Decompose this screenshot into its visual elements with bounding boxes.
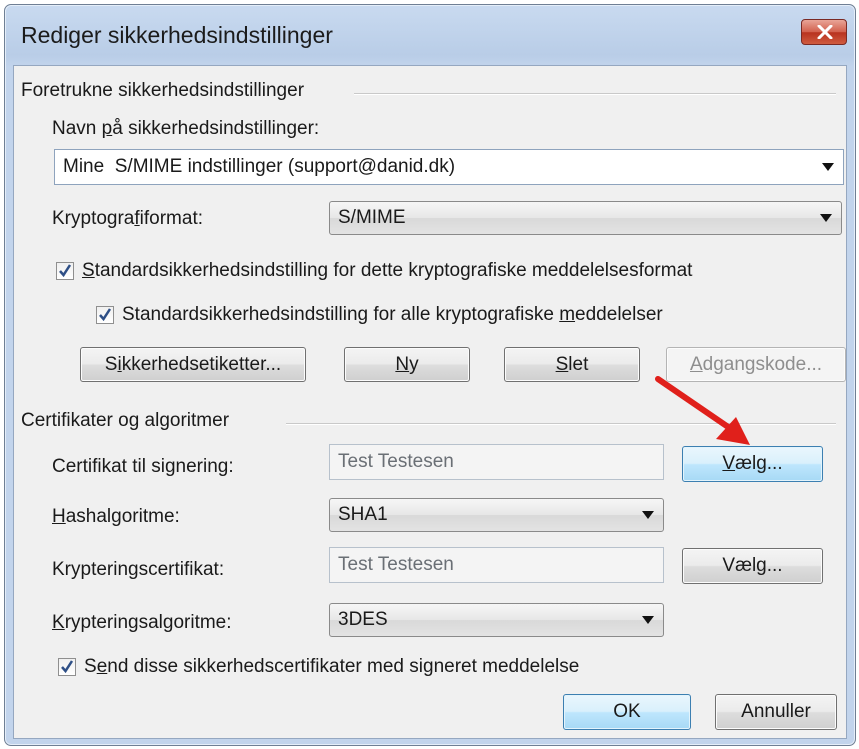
checkmark-icon <box>61 660 74 674</box>
default-format-label[interactable]: Standardsikkerhedsindstilling for dette … <box>82 260 692 282</box>
enc-algorithm-value: 3DES <box>338 609 388 630</box>
default-all-label[interactable]: Standardsikkerhedsindstilling for alle k… <box>122 304 663 326</box>
dialog-body: Foretrukne sikkerhedsindstillinger Navn … <box>13 65 847 739</box>
group-divider <box>286 423 836 425</box>
enc-cert-field[interactable]: Test Testesen <box>329 547 664 583</box>
hash-algorithm-value: SHA1 <box>338 504 388 525</box>
signing-cert-value: Test Testesen <box>338 451 454 472</box>
dialog-title: Rediger sikkerhedsindstillinger <box>21 22 333 48</box>
checkmark-icon <box>99 308 112 322</box>
password-button: Adgangskode... <box>666 347 846 382</box>
ok-button[interactable]: OK <box>563 694 691 730</box>
choose-enc-cert-button[interactable]: Vælg... <box>682 548 823 584</box>
chevron-down-icon[interactable] <box>820 214 832 222</box>
name-label: Navn på sikkerhedsindstillinger: <box>52 118 320 139</box>
default-format-checkbox[interactable] <box>56 262 74 280</box>
cancel-button[interactable]: Annuller <box>715 694 837 730</box>
name-value: Mine S/MIME indstillinger (support@danid… <box>63 156 456 177</box>
chevron-down-icon[interactable] <box>642 511 654 519</box>
hash-algorithm-combobox[interactable]: SHA1 <box>329 498 664 532</box>
enc-algorithm-label: Krypteringsalgoritme: <box>52 612 232 633</box>
send-certs-checkbox[interactable] <box>58 658 76 676</box>
delete-button[interactable]: Slet <box>504 347 640 382</box>
close-button[interactable] <box>801 19 847 45</box>
enc-cert-label: Krypteringscertifikat: <box>52 559 225 580</box>
checkmark-icon <box>59 264 72 278</box>
group-label-certs: Certifikater og algoritmer <box>21 410 230 431</box>
send-certs-label[interactable]: Send disse sikkerhedscertifikater med si… <box>84 656 579 678</box>
enc-cert-value: Test Testesen <box>338 554 454 575</box>
security-labels-button[interactable]: Si kkerhedsetiketter... <box>80 347 306 382</box>
crypto-format-value: S/MIME <box>338 207 406 228</box>
group-divider <box>354 93 836 95</box>
enc-algorithm-combobox[interactable]: 3DES <box>329 603 664 637</box>
new-button[interactable]: Ny <box>344 347 470 382</box>
signing-cert-field[interactable]: Test Testesen <box>329 444 664 480</box>
crypto-format-label: Kryptografiformat: <box>52 208 204 229</box>
name-combobox[interactable]: Mine S/MIME indstillinger (support@danid… <box>54 149 844 185</box>
group-label-preferred: Foretrukne sikkerhedsindstillinger <box>21 80 305 101</box>
crypto-format-combobox[interactable]: S/MIME <box>329 201 842 235</box>
chevron-down-icon[interactable] <box>642 616 654 624</box>
title-bar[interactable]: Rediger sikkerhedsindstillinger <box>5 5 855 65</box>
dialog-window: Rediger sikkerhedsindstillinger Foretruk… <box>4 4 856 746</box>
chevron-down-icon[interactable] <box>822 163 834 171</box>
hash-algorithm-label: Hashalgoritme: <box>52 506 180 527</box>
default-all-checkbox[interactable] <box>96 306 114 324</box>
choose-signing-cert-button[interactable]: Vælg... <box>682 446 823 482</box>
signing-cert-label: Certifikat til signering: <box>52 456 234 477</box>
close-icon <box>817 25 833 39</box>
